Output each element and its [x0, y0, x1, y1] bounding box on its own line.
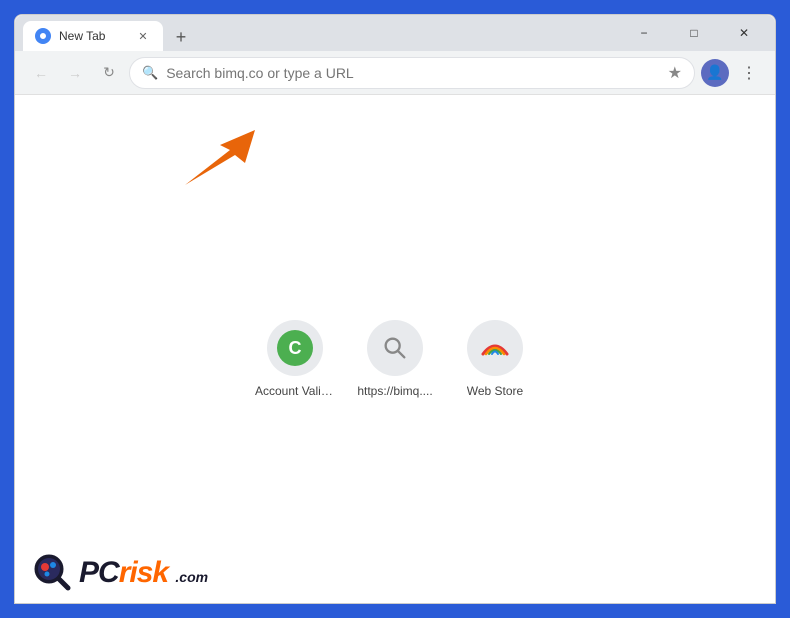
toolbar: ← → ↻ 🔍 ★ 👤 ⋮ [15, 51, 775, 95]
forward-button[interactable]: → [61, 59, 89, 87]
shortcuts-area: C Account Valid... https://bimq.... [255, 312, 535, 406]
back-button[interactable]: ← [27, 59, 55, 87]
bookmark-icon[interactable]: ★ [668, 63, 682, 83]
account-letter: C [277, 330, 313, 366]
newtab-content: C Account Valid... https://bimq.... [15, 95, 775, 603]
browser-window: New Tab ✕ + − □ ✕ ← → ↻ 🔍 ★ 👤 ⋮ [14, 14, 776, 604]
shortcut-icon-account-valid: C [267, 320, 323, 376]
shortcut-webstore[interactable]: Web Store [455, 312, 535, 406]
shortcut-label-webstore: Web Store [467, 384, 523, 398]
search-icon: 🔍 [142, 65, 158, 81]
shortcut-label-bimq: https://bimq.... [357, 384, 432, 398]
title-bar: New Tab ✕ + − □ ✕ [15, 15, 775, 51]
shortcut-bimq[interactable]: https://bimq.... [355, 312, 435, 406]
address-bar[interactable]: 🔍 ★ [129, 57, 695, 89]
pcrisk-dotcom-text: .com [175, 569, 208, 585]
tab-favicon [35, 28, 51, 44]
pcrisk-text-container: PCrisk .com [79, 556, 208, 590]
shortcut-account-valid[interactable]: C Account Valid... [255, 312, 335, 406]
shortcut-label-account-valid: Account Valid... [255, 384, 335, 398]
shortcut-icon-bimq [367, 320, 423, 376]
arrow-svg [175, 125, 265, 205]
tab-favicon-inner [38, 31, 48, 41]
active-tab[interactable]: New Tab ✕ [23, 21, 163, 51]
minimize-button[interactable]: − [621, 19, 667, 47]
window-controls: − □ ✕ [621, 19, 767, 47]
close-button[interactable]: ✕ [721, 19, 767, 47]
address-input[interactable] [166, 65, 659, 81]
maximize-button[interactable]: □ [671, 19, 717, 47]
tab-title: New Tab [59, 29, 127, 43]
pcrisk-logo-icon [31, 551, 75, 595]
reload-button[interactable]: ↻ [95, 59, 123, 87]
tab-area: New Tab ✕ + [23, 15, 617, 51]
arrow-annotation [175, 125, 265, 210]
menu-button[interactable]: ⋮ [735, 59, 763, 87]
shortcut-icon-webstore [467, 320, 523, 376]
bimq-search-icon [381, 334, 409, 362]
watermark: PCrisk .com [31, 551, 208, 595]
tab-close-button[interactable]: ✕ [135, 28, 151, 44]
pcrisk-pc-text: PCrisk [79, 556, 175, 589]
webstore-rainbow-icon [479, 332, 511, 364]
new-tab-button[interactable]: + [167, 23, 195, 51]
profile-button[interactable]: 👤 [701, 59, 729, 87]
